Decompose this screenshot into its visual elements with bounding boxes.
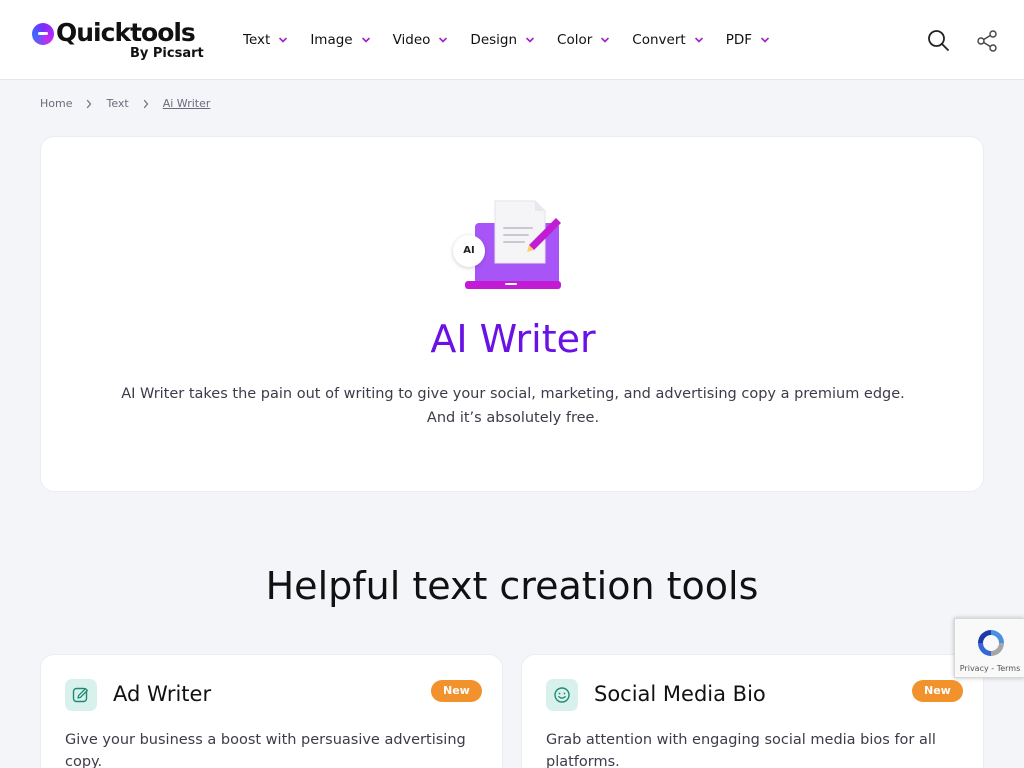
logo-name: Quicktools (56, 18, 196, 47)
nav-item-convert[interactable]: Convert (632, 30, 703, 50)
nav-item-color[interactable]: Color (557, 30, 610, 50)
tool-card-ad-writer[interactable]: Ad Writer New Give your business a boost… (40, 654, 503, 768)
nav-item-image[interactable]: Image (310, 30, 370, 50)
ai-badge: AI (453, 235, 485, 267)
site-header: Quicktools By Picsart Text Image Video D… (0, 0, 1024, 80)
chevron-down-icon (526, 37, 534, 43)
section-title: Helpful text creation tools (265, 564, 759, 608)
breadcrumb: Home Text Ai Writer (40, 97, 210, 110)
chevron-down-icon (694, 37, 703, 43)
logo-mark-icon (32, 23, 54, 45)
recaptcha-badge[interactable]: Privacy - Terms (954, 618, 1024, 678)
nav-item-pdf[interactable]: PDF (726, 30, 770, 50)
main-nav: Text Image Video Design Color Convert PD… (243, 30, 792, 50)
new-badge: New (431, 680, 482, 702)
logo-subtitle: By Picsart (130, 46, 204, 61)
share-icon[interactable] (975, 29, 999, 53)
chevron-right-icon (87, 99, 92, 108)
nav-item-label: PDF (725, 32, 752, 48)
edit-icon (65, 679, 97, 711)
nav-item-text[interactable]: Text (243, 30, 288, 50)
recaptcha-links[interactable]: Privacy - Terms (955, 664, 1024, 673)
quicktools-logo[interactable]: Quicktools By Picsart (32, 18, 204, 64)
chevron-down-icon (439, 37, 448, 43)
tool-description: Give your business a boost with persuasi… (65, 732, 466, 768)
breadcrumb-current[interactable]: Ai Writer (163, 97, 211, 110)
recaptcha-icon (978, 630, 1004, 656)
hero-description-line1: AI Writer takes the pain out of writing … (121, 386, 905, 402)
nav-item-label: Image (310, 32, 353, 48)
nav-item-label: Design (470, 32, 518, 48)
tool-name: Social Media Bio (594, 682, 766, 706)
nav-item-label: Video (392, 32, 431, 48)
nav-item-video[interactable]: Video (393, 30, 449, 50)
tool-card-social-media-bio[interactable]: Social Media Bio New Grab attention with… (521, 654, 984, 768)
hero-description-line2: And it’s absolutely free. (426, 410, 600, 426)
tool-description: Grab attention with engaging social medi… (546, 732, 936, 768)
nav-item-label: Text (243, 32, 271, 48)
page-title: AI Writer (430, 317, 596, 361)
new-badge: New (912, 680, 963, 702)
hero-description: AI Writer takes the pain out of writing … (101, 382, 925, 430)
tool-name: Ad Writer (113, 682, 212, 706)
nav-item-design[interactable]: Design (470, 30, 535, 50)
breadcrumb-home[interactable]: Home (40, 97, 72, 110)
chevron-down-icon (601, 37, 610, 43)
ai-badge-label: AI (463, 245, 475, 256)
breadcrumb-text[interactable]: Text (106, 97, 128, 110)
search-icon[interactable] (926, 28, 950, 52)
chevron-down-icon (279, 37, 288, 43)
chevron-down-icon (761, 37, 769, 43)
nav-item-label: Convert (632, 32, 686, 48)
smiley-icon (546, 679, 578, 711)
chevron-right-icon (143, 99, 149, 108)
hero-card: AI AI Writer AI Writer takes the pain ou… (40, 136, 984, 492)
chevron-down-icon (361, 37, 370, 43)
nav-item-label: Color (557, 32, 593, 48)
